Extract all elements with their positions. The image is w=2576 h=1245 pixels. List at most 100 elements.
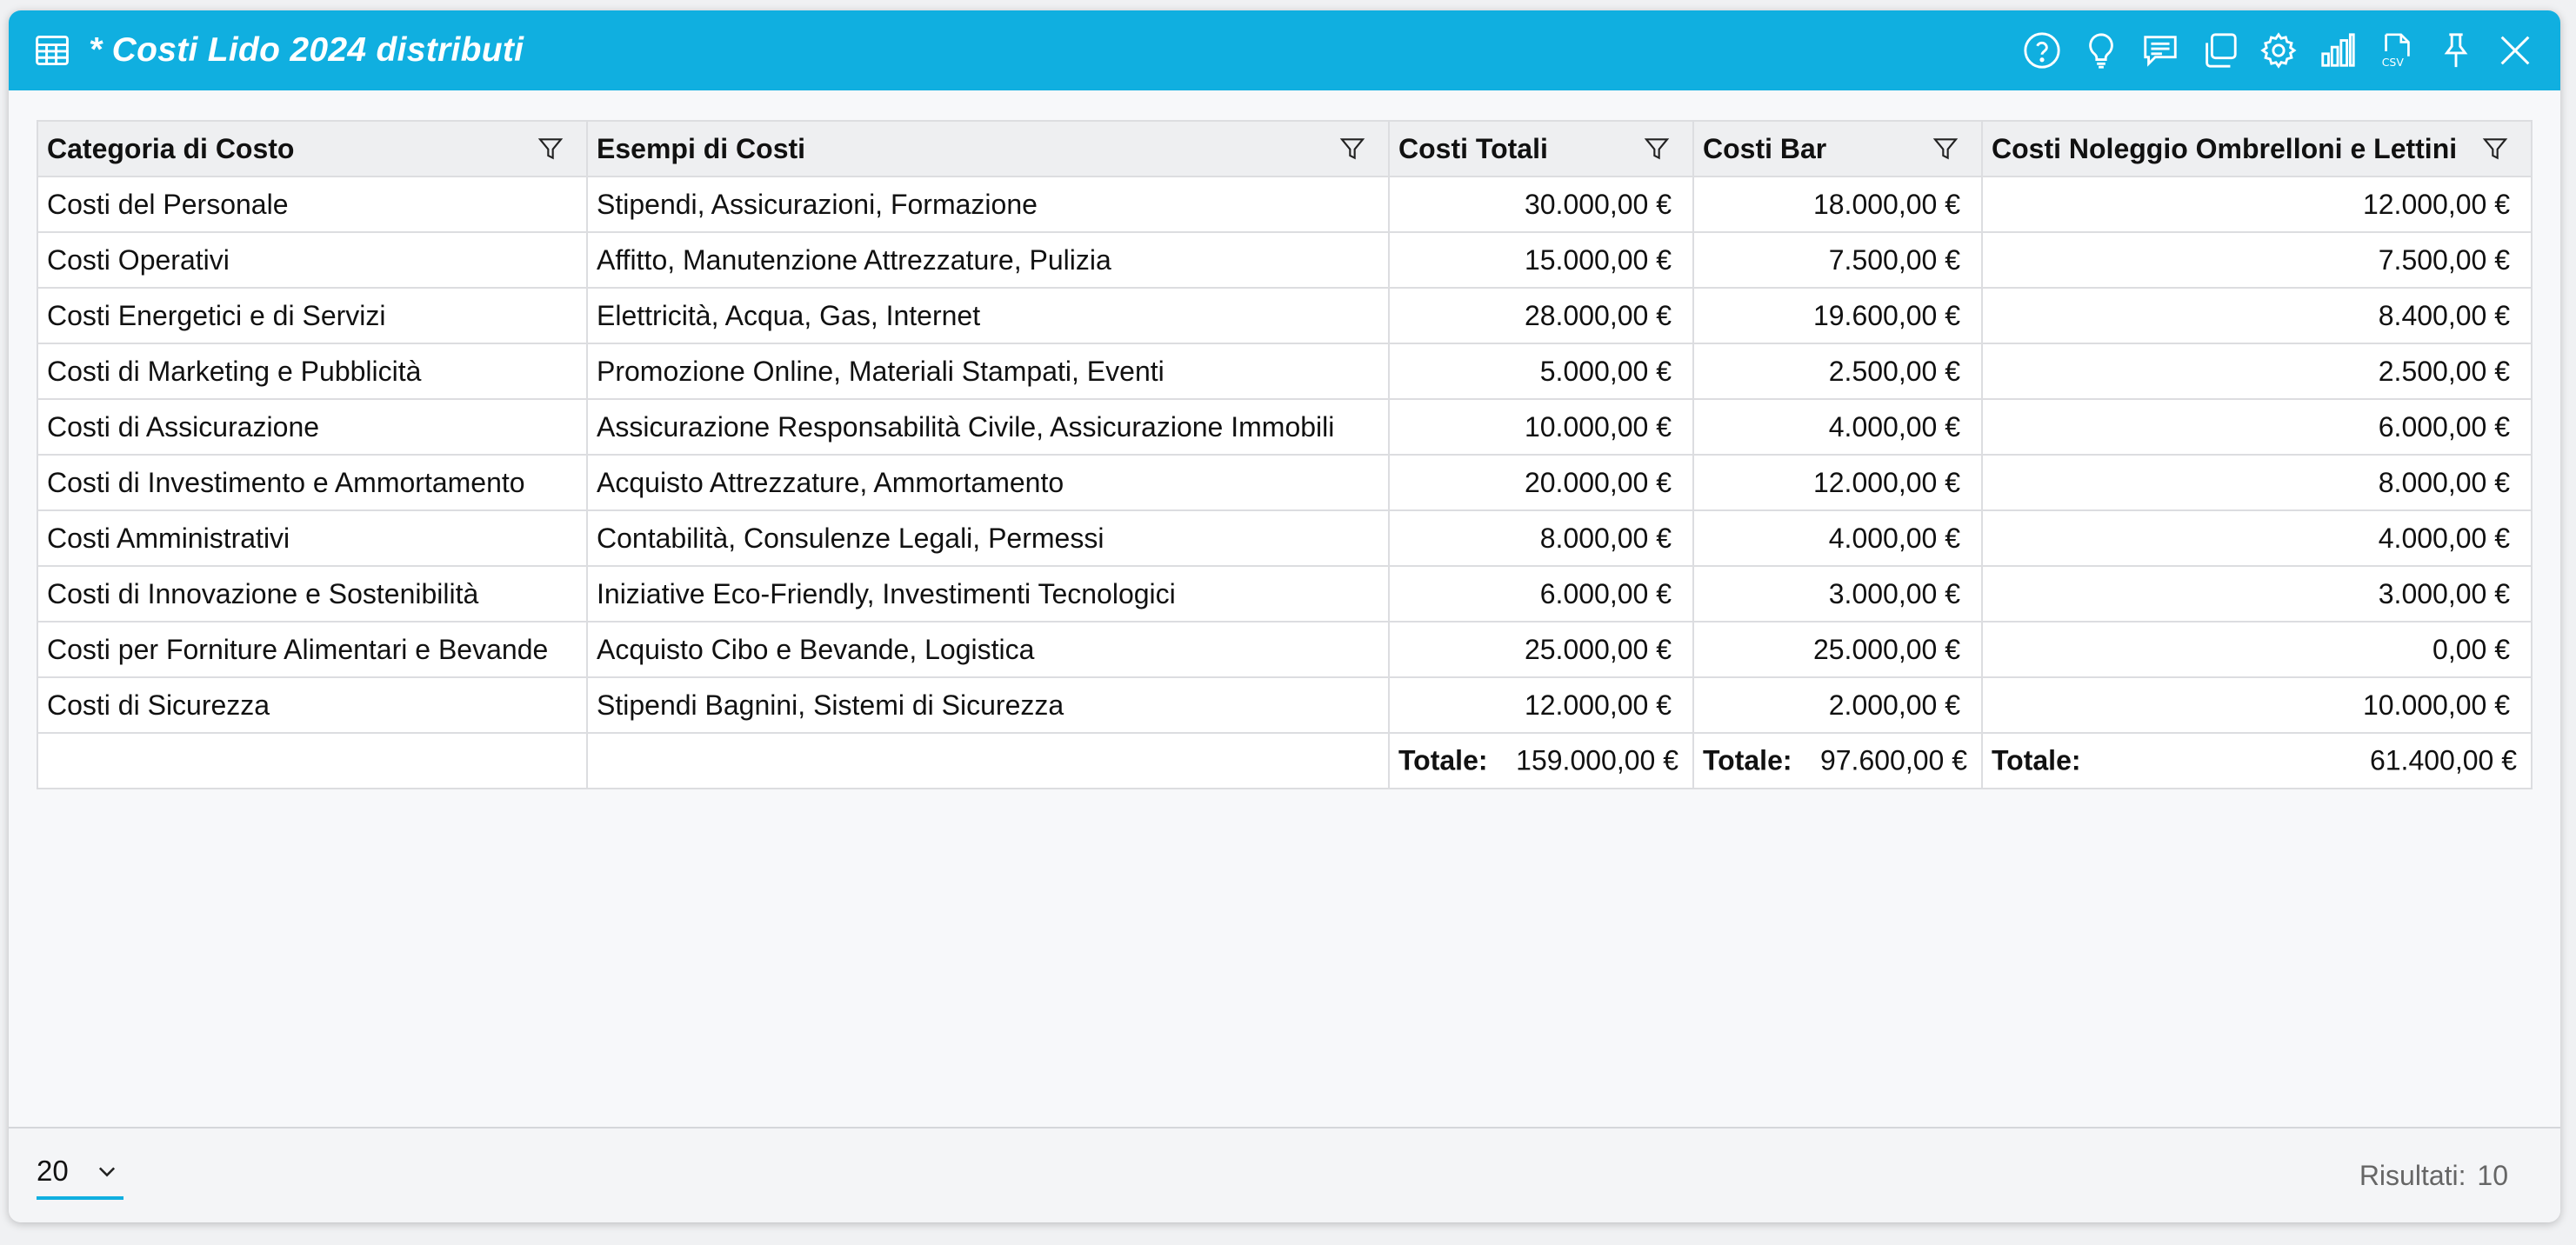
- cell-categoria: Costi per Forniture Alimentari e Bevande: [37, 621, 588, 678]
- column-header-categoria[interactable]: Categoria di Costo: [37, 120, 588, 177]
- filter-button[interactable]: [536, 134, 565, 163]
- duplicate-button[interactable]: [2199, 30, 2240, 71]
- total-costi-totali: Totale: 159.000,00 €: [1388, 732, 1694, 789]
- cell-esempi: Promozione Online, Materiali Stampati, E…: [586, 343, 1390, 400]
- cell-categoria: Costi del Personale: [37, 176, 588, 233]
- cell-costi-bar: 25.000,00 €: [1692, 621, 1983, 678]
- cell-costi-bar: 19.600,00 €: [1692, 287, 1983, 344]
- column-header-costi-noleggio[interactable]: Costi Noleggio Ombrelloni e Lettini: [1981, 120, 2533, 177]
- table-header-row: Categoria di Costo Esempi di Costi Costi…: [37, 120, 2533, 177]
- table-row[interactable]: Costi di Sicurezza Stipendi Bagnini, Sis…: [37, 676, 2533, 734]
- svg-text:CSV: CSV: [2382, 56, 2405, 69]
- help-button[interactable]: [2021, 30, 2063, 71]
- table-row[interactable]: Costi di Investimento e Ammortamento Acq…: [37, 454, 2533, 511]
- gear-icon: [2260, 32, 2297, 69]
- cell-esempi: Acquisto Cibo e Bevande, Logistica: [586, 621, 1390, 678]
- table-row[interactable]: Costi di Marketing e Pubblicità Promozio…: [37, 343, 2533, 400]
- pin-button[interactable]: [2435, 30, 2477, 71]
- window-toolbar: CSV: [2021, 30, 2536, 71]
- total-value: 61.400,00 €: [2369, 744, 2517, 776]
- cell-costi-bar: 3.000,00 €: [1692, 565, 1983, 622]
- cell-costi-totali: 12.000,00 €: [1388, 676, 1694, 734]
- cell-categoria: Costi di Sicurezza: [37, 676, 588, 734]
- cell-costi-noleggio: 8.000,00 €: [1981, 454, 2533, 511]
- close-icon: [2500, 36, 2530, 65]
- page-size-select[interactable]: 20: [37, 1146, 123, 1200]
- cell-categoria: Costi di Innovazione e Sostenibilità: [37, 565, 588, 622]
- bar-chart-icon: [2321, 33, 2355, 67]
- tips-button[interactable]: [2080, 30, 2122, 71]
- table-window: * Costi Lido 2024 distributi CSV Categor…: [9, 10, 2560, 1222]
- cell-esempi: Iniziative Eco-Friendly, Investimenti Te…: [586, 565, 1390, 622]
- cell-categoria: Costi di Assicurazione: [37, 398, 588, 456]
- table-footer: 20 Risultati: 10: [9, 1127, 2560, 1222]
- column-header-label: Costi Noleggio Ombrelloni e Lettini: [1992, 132, 2458, 164]
- export-csv-button[interactable]: CSV: [2376, 30, 2418, 71]
- column-header-costi-totali[interactable]: Costi Totali: [1388, 120, 1694, 177]
- cell-costi-noleggio: 7.500,00 €: [1981, 231, 2533, 289]
- filter-icon: [1644, 138, 1670, 160]
- cell-costi-totali: 20.000,00 €: [1388, 454, 1694, 511]
- pin-icon: [2444, 33, 2468, 68]
- cell-costi-noleggio: 12.000,00 €: [1981, 176, 2533, 233]
- cell-costi-noleggio: 3.000,00 €: [1981, 565, 2533, 622]
- cell-costi-totali: 6.000,00 €: [1388, 565, 1694, 622]
- table-row[interactable]: Costi Amministrativi Contabilità, Consul…: [37, 509, 2533, 567]
- cell-esempi: Assicurazione Responsabilità Civile, Ass…: [586, 398, 1390, 456]
- total-label: Totale:: [1398, 744, 1488, 776]
- table-row[interactable]: Costi del Personale Stipendi, Assicurazi…: [37, 176, 2533, 233]
- cell-costi-totali: 8.000,00 €: [1388, 509, 1694, 567]
- cell-esempi: Stipendi Bagnini, Sistemi di Sicurezza: [586, 676, 1390, 734]
- cell-costi-totali: 15.000,00 €: [1388, 231, 1694, 289]
- settings-button[interactable]: [2258, 30, 2299, 71]
- column-header-label: Costi Bar: [1703, 132, 1827, 164]
- cell-categoria: Costi di Investimento e Ammortamento: [37, 454, 588, 511]
- column-header-label: Esempi di Costi: [597, 132, 806, 164]
- comment-icon: [2144, 36, 2177, 67]
- cell-esempi: Acquisto Attrezzature, Ammortamento: [586, 454, 1390, 511]
- table-row[interactable]: Costi di Innovazione e Sostenibilità Ini…: [37, 565, 2533, 622]
- cell-costi-noleggio: 2.500,00 €: [1981, 343, 2533, 400]
- cell-esempi: Stipendi, Assicurazioni, Formazione: [586, 176, 1390, 233]
- empty-cell: [586, 732, 1390, 789]
- filter-button[interactable]: [1338, 134, 1367, 163]
- cell-categoria: Costi Energetici e di Servizi: [37, 287, 588, 344]
- cost-table: Categoria di Costo Esempi di Costi Costi…: [37, 120, 2533, 789]
- results-count: Risultati: 10: [2356, 1160, 2508, 1192]
- table-row[interactable]: Costi per Forniture Alimentari e Bevande…: [37, 621, 2533, 678]
- filter-button[interactable]: [1642, 134, 1672, 163]
- filter-button[interactable]: [2480, 134, 2510, 163]
- filter-icon: [1339, 138, 1365, 160]
- column-header-label: Costi Totali: [1398, 132, 1548, 164]
- table-row[interactable]: Costi Energetici e di Servizi Elettricit…: [37, 287, 2533, 344]
- results-value: 10: [2477, 1160, 2508, 1191]
- csv-file-icon: CSV: [2382, 33, 2410, 69]
- total-value: 97.600,00 €: [1819, 744, 1967, 776]
- filter-button[interactable]: [1931, 134, 1960, 163]
- cell-categoria: Costi di Marketing e Pubblicità: [37, 343, 588, 400]
- column-header-label: Categoria di Costo: [47, 132, 295, 164]
- cell-esempi: Contabilità, Consulenze Legali, Permessi: [586, 509, 1390, 567]
- cell-costi-totali: 10.000,00 €: [1388, 398, 1694, 456]
- column-header-esempi[interactable]: Esempi di Costi: [586, 120, 1390, 177]
- chevron-down-icon: [98, 1167, 115, 1177]
- total-label: Totale:: [1992, 744, 2081, 776]
- close-button[interactable]: [2494, 30, 2536, 71]
- chart-button[interactable]: [2317, 30, 2359, 71]
- cell-costi-totali: 25.000,00 €: [1388, 621, 1694, 678]
- cell-costi-noleggio: 4.000,00 €: [1981, 509, 2533, 567]
- cell-costi-bar: 2.500,00 €: [1692, 343, 1983, 400]
- total-costi-noleggio: Totale: 61.400,00 €: [1981, 732, 2533, 789]
- cell-costi-bar: 4.000,00 €: [1692, 398, 1983, 456]
- column-header-costi-bar[interactable]: Costi Bar: [1692, 120, 1983, 177]
- table-row[interactable]: Costi Operativi Affitto, Manutenzione At…: [37, 231, 2533, 289]
- window-title: * Costi Lido 2024 distributi: [89, 31, 524, 69]
- cell-costi-noleggio: 0,00 €: [1981, 621, 2533, 678]
- table-row[interactable]: Costi di Assicurazione Assicurazione Res…: [37, 398, 2533, 456]
- total-value: 159.000,00 €: [1516, 744, 1678, 776]
- cell-categoria: Costi Operativi: [37, 231, 588, 289]
- comments-button[interactable]: [2139, 30, 2181, 71]
- empty-cell: [37, 732, 588, 789]
- filter-icon: [2482, 138, 2508, 160]
- filter-icon: [537, 138, 564, 160]
